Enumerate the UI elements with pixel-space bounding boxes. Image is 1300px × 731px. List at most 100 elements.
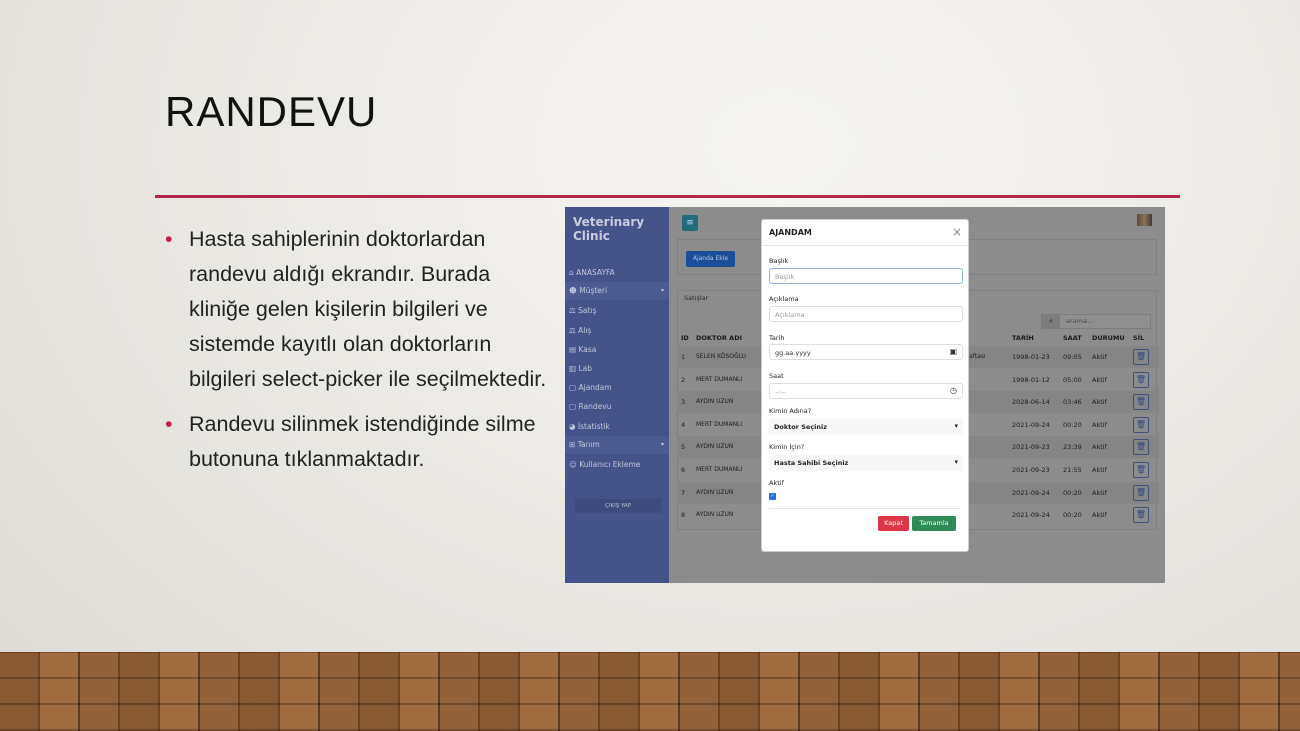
cell-id: 8 (681, 511, 686, 520)
app-screenshot: Veterinary Clinic ⌂ ANASAYFA ☻ Müşteri ▾ ⚖ … (565, 207, 1165, 583)
date-value: gg.aa.yyyy (775, 349, 811, 357)
cell-id: 7 (681, 488, 686, 497)
delete-button[interactable]: 🗑 (1133, 416, 1149, 433)
calendar-icon[interactable]: ▣ (949, 347, 957, 356)
cell-date: 2021-09-23 (1012, 466, 1050, 474)
cell-time: 00:20 (1063, 488, 1082, 497)
search-icon: ⌕ (1042, 315, 1060, 328)
sidebar-item[interactable]: ◕ İstatistik (569, 422, 610, 431)
cell-id: 2 (681, 375, 686, 384)
sidebar-item-label: Müşteri (579, 286, 608, 296)
owner-select[interactable]: Hasta Sahibi Seçiniz (769, 455, 963, 471)
sidebar-item[interactable]: ⚖ Alış (569, 326, 591, 335)
home-icon: ⌂ (569, 268, 574, 277)
cell-time: 23:39 (1063, 443, 1082, 452)
saat-input[interactable]: --:-- ◷ (769, 383, 963, 399)
search-input[interactable]: arama... (1066, 317, 1093, 325)
sidebar-item-label: Lab (578, 364, 593, 373)
chevron-down-icon: ▾ (660, 287, 664, 295)
sidebar-item-label: Kasa (578, 344, 597, 354)
cell-date: 1998-01-23 (1012, 353, 1050, 361)
scale-icon: ⚖ (569, 306, 576, 316)
aciklama-input[interactable]: Açıklama (769, 306, 963, 322)
modal-title: AJANDAM (769, 228, 812, 237)
brand: Veterinary Clinic (573, 215, 645, 243)
sidebar-item[interactable]: ⌂ ANASAYFA (569, 268, 615, 277)
sidebar: Veterinary Clinic ⌂ ANASAYFA ☻ Müşteri ▾ ⚖ … (565, 207, 669, 583)
calendar-icon: ▢ (569, 402, 577, 412)
sidebar-item[interactable]: ▥ Lab (569, 364, 592, 373)
cell-date: 1998-01-12 (1012, 375, 1050, 384)
trash-icon: 🗑 (1135, 465, 1147, 474)
cell-date: 2028-06-14 (1012, 398, 1050, 407)
sidebar-item[interactable]: ⚖ Satış (569, 306, 596, 315)
clock-icon[interactable]: ◷ (950, 386, 957, 395)
tarih-input[interactable]: gg.aa.yyyy ▣ (769, 344, 963, 360)
delete-button[interactable]: 🗑 (1133, 439, 1149, 456)
delete-button[interactable]: 🗑 (1133, 462, 1149, 478)
cell-doctor: MERT DUMANLI (696, 375, 743, 383)
cell-time: 00:20 (1063, 420, 1082, 429)
delete-button[interactable]: 🗑 (1133, 371, 1149, 388)
sidebar-item-label: Tanım (577, 439, 600, 449)
trash-icon: 🗑 (1135, 397, 1147, 407)
trash-icon: 🗑 (1135, 419, 1147, 429)
plus-square-icon: ⊞ (569, 439, 576, 449)
cell-date: 2021-09-24 (1012, 511, 1050, 520)
col-time: SAAT (1063, 334, 1082, 342)
cell-date: 2021-09-24 (1012, 488, 1050, 497)
sidebar-item[interactable]: ▢ Ajandam (569, 383, 612, 392)
trash-icon: 🗑 (1135, 510, 1147, 520)
time-value: --:-- (775, 388, 787, 396)
col-id: ID (681, 334, 689, 342)
col-doctor: DOKTOR ADI (696, 334, 743, 342)
section-title: Satışlar (684, 294, 709, 302)
cell-time: 03:46 (1063, 398, 1082, 407)
delete-button[interactable]: 🗑 (1133, 507, 1149, 524)
search-box[interactable]: ⌕ arama... (1041, 314, 1151, 329)
delete-button[interactable]: 🗑 (1133, 349, 1149, 365)
baslik-label: Başlık (769, 257, 789, 265)
add-agenda-button[interactable]: Ajanda Ekle (686, 251, 735, 267)
sidebar-item[interactable]: ☻ Müşteri ▾ (565, 282, 669, 301)
chart-pie-icon: ◕ (569, 421, 576, 431)
sidebar-item[interactable]: ☺ Kullanıcı Ekleme (569, 460, 640, 469)
trash-icon: 🗑 (1135, 352, 1147, 361)
submit-button[interactable]: Tamamla (912, 516, 956, 531)
tarih-label: Tarih (769, 334, 785, 342)
aciklama-label: Açıklama (769, 295, 799, 303)
cell-id: 5 (681, 443, 686, 452)
sidebar-item-label: Ajandam (578, 383, 612, 393)
close-icon[interactable]: × (952, 225, 962, 239)
kimin-adina-label: Kimin Adına? (769, 407, 812, 415)
cell-status: Aktif (1092, 466, 1107, 474)
modal-footer-divider (769, 508, 961, 509)
logout-button[interactable]: ÇIKIŞ YAP (575, 499, 661, 513)
sidebar-item[interactable]: ⊞ Tanım ▾ (565, 435, 669, 454)
col-delete: SİL (1133, 334, 1145, 342)
cell-status: Aktif (1092, 375, 1107, 384)
sidebar-item[interactable]: ▢ Randevu (569, 402, 611, 411)
lab-icon: ▥ (569, 364, 577, 373)
menu-toggle-icon[interactable]: ≡ (682, 215, 698, 231)
placeholder: Açıklama (775, 311, 805, 319)
delete-button[interactable]: 🗑 (1133, 484, 1149, 501)
cell-id: 1 (681, 353, 686, 361)
doctor-select[interactable]: Doktor Seçiniz (769, 419, 963, 435)
cell-date: 2021-09-24 (1012, 420, 1050, 429)
baslik-input[interactable]: Başlık (769, 268, 963, 284)
saat-label: Saat (769, 372, 784, 380)
delete-button[interactable]: 🗑 (1133, 394, 1149, 411)
aktif-checkbox[interactable]: ✓ (769, 493, 776, 500)
bullet: Randevu silinmek istendiğinde silme buto… (165, 407, 555, 477)
sidebar-item[interactable]: ▤ Kasa (569, 345, 596, 354)
cell-status: Aktif (1092, 353, 1107, 361)
cell-status: Aktif (1092, 398, 1107, 407)
cell-id: 3 (681, 398, 686, 407)
sidebar-item-label: ANASAYFA (576, 268, 615, 277)
cell-doctor: AYDIN UZUN (696, 511, 734, 519)
cell-time: 21:55 (1063, 466, 1082, 474)
col-status: DURUMU (1092, 334, 1125, 342)
close-button[interactable]: Kapat (878, 516, 909, 531)
avatar[interactable] (1137, 214, 1152, 226)
